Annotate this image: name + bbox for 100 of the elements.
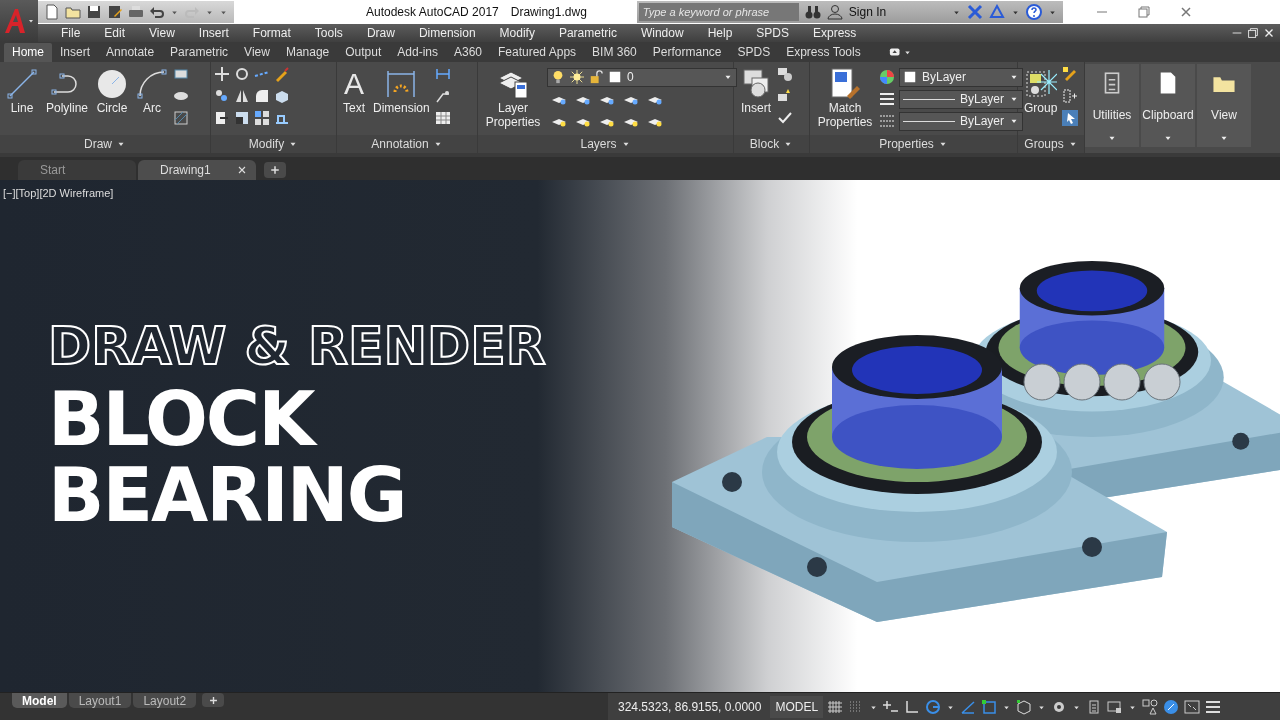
ribbon-tab[interactable]: Parametric bbox=[162, 43, 237, 62]
new-layout-button[interactable] bbox=[202, 693, 225, 707]
ribbon-tab[interactable]: Manage bbox=[277, 43, 338, 62]
ribbon-tab[interactable]: BIM 360 bbox=[584, 43, 645, 62]
ribbon-tool-button[interactable]: Arc bbox=[133, 66, 172, 118]
ribbon-tab[interactable]: Insert bbox=[52, 43, 99, 62]
close-icon[interactable] bbox=[236, 164, 248, 176]
panel-title[interactable]: Properties bbox=[810, 135, 1017, 153]
save-icon[interactable] bbox=[86, 4, 102, 20]
fullscreen-icon[interactable] bbox=[1184, 699, 1201, 715]
ortho-icon[interactable] bbox=[904, 699, 921, 715]
mirror-icon[interactable] bbox=[234, 88, 250, 104]
menu-icon[interactable] bbox=[1205, 699, 1222, 715]
ribbon-tool-button[interactable]: Insert bbox=[737, 66, 775, 118]
ribbon-tab[interactable]: Express Tools bbox=[778, 43, 869, 62]
ribbon-tool-button[interactable]: Group bbox=[1021, 66, 1061, 118]
panel-title[interactable]: Draw bbox=[0, 135, 210, 153]
folder-icon[interactable] bbox=[65, 4, 81, 20]
layout-tab[interactable]: Model bbox=[12, 693, 67, 708]
search-field[interactable]: Type a keyword or phrase bbox=[638, 3, 799, 21]
panel-title[interactable]: Layers bbox=[478, 135, 733, 153]
panel-title[interactable]: Groups bbox=[1018, 135, 1084, 153]
ribbon-tab[interactable]: Featured Apps bbox=[490, 43, 585, 62]
menu-item[interactable]: Tools bbox=[302, 26, 355, 40]
table-icon[interactable] bbox=[434, 110, 451, 126]
ribbon-tool-button[interactable]: Circle bbox=[93, 66, 132, 118]
move-icon[interactable] bbox=[214, 66, 230, 82]
panel-title[interactable]: Modify bbox=[211, 135, 336, 153]
collapsed-panel-button[interactable]: View bbox=[1197, 64, 1251, 147]
linear-dimension-icon[interactable] bbox=[434, 66, 451, 82]
layout-tab[interactable]: Layout2 bbox=[133, 693, 197, 708]
layer-dropdown[interactable]: 0 bbox=[547, 67, 737, 87]
restore-icon[interactable] bbox=[1136, 4, 1153, 20]
rotate-icon[interactable] bbox=[234, 66, 250, 82]
menu-item[interactable]: Format bbox=[240, 26, 303, 40]
panel-title[interactable]: Annotation bbox=[337, 135, 477, 153]
triangle-icon[interactable] bbox=[989, 4, 1006, 20]
menu-item[interactable]: Draw bbox=[354, 26, 407, 40]
property-dropdown[interactable]: ByLayer bbox=[899, 67, 1023, 87]
menu-item[interactable]: Window bbox=[628, 26, 696, 40]
ribbon-tool-button[interactable]: Polyline bbox=[43, 66, 92, 118]
viewport-label[interactable]: [−][Top][2D Wireframe] bbox=[3, 187, 114, 199]
collapsed-panel-button[interactable]: Clipboard bbox=[1141, 64, 1195, 147]
polar-icon[interactable] bbox=[925, 699, 942, 715]
menu-item[interactable]: Edit bbox=[92, 26, 138, 40]
ribbon-tool-button[interactable]: Line bbox=[3, 66, 41, 118]
caret-icon[interactable] bbox=[26, 17, 35, 25]
menu-item[interactable]: Help bbox=[695, 26, 745, 40]
document-tab[interactable]: Start bbox=[18, 160, 136, 180]
grid-icon[interactable] bbox=[827, 699, 844, 715]
save-as-icon[interactable] bbox=[107, 4, 123, 20]
property-dropdown[interactable]: ByLayer bbox=[899, 89, 1023, 109]
x-logo-icon[interactable] bbox=[967, 4, 984, 20]
osnap-icon[interactable] bbox=[981, 699, 998, 715]
rectangle-icon[interactable] bbox=[173, 66, 190, 82]
layout-tab[interactable]: Layout1 bbox=[68, 693, 132, 708]
panel-title[interactable]: Block bbox=[734, 135, 809, 153]
menu-item[interactable]: Express bbox=[801, 26, 869, 40]
restore-icon[interactable] bbox=[1246, 26, 1260, 40]
attribute-icon[interactable] bbox=[777, 88, 793, 104]
menu-item[interactable]: File bbox=[49, 26, 93, 40]
menu-item[interactable]: Dimension bbox=[406, 26, 488, 40]
hatch-icon[interactable] bbox=[173, 110, 190, 126]
checkmark-icon[interactable] bbox=[777, 110, 793, 126]
ribbon-tab[interactable]: Performance bbox=[644, 43, 730, 62]
file-icon[interactable] bbox=[44, 4, 60, 20]
document-tab[interactable]: Drawing1 bbox=[138, 160, 256, 180]
plus-minus-icon[interactable] bbox=[883, 699, 900, 715]
ribbon-tab[interactable]: Annotate bbox=[98, 43, 163, 62]
model-space-button[interactable]: MODEL bbox=[770, 696, 824, 718]
ribbon-tab[interactable]: View bbox=[236, 43, 278, 62]
collapsed-panel-button[interactable]: Utilities bbox=[1085, 64, 1139, 147]
stretch-icon[interactable] bbox=[214, 110, 230, 126]
pencil-icon[interactable] bbox=[1062, 66, 1079, 82]
window-lock-icon[interactable] bbox=[1107, 699, 1124, 715]
select-group-icon[interactable] bbox=[1062, 110, 1079, 126]
leader-icon[interactable] bbox=[434, 88, 451, 104]
copy-icon[interactable] bbox=[214, 88, 230, 104]
ungroup-icon[interactable] bbox=[1062, 88, 1079, 104]
new-tab-button[interactable] bbox=[264, 162, 286, 178]
ribbon-tab[interactable]: A360 bbox=[446, 43, 490, 62]
ribbon-tab[interactable]: Add-ins bbox=[389, 43, 446, 62]
array-icon[interactable] bbox=[254, 110, 270, 126]
shapes-icon[interactable] bbox=[1142, 699, 1159, 715]
ribbon-tool-button[interactable]: Match Properties bbox=[813, 66, 877, 132]
help-icon[interactable] bbox=[1026, 4, 1043, 20]
menu-item[interactable]: Parametric bbox=[546, 26, 629, 40]
sign-in-button[interactable]: Sign In bbox=[848, 5, 887, 19]
fillet-icon[interactable] bbox=[254, 88, 270, 104]
menu-item[interactable]: Insert bbox=[186, 26, 241, 40]
menu-item[interactable]: SPDS bbox=[744, 26, 801, 40]
user-icon[interactable] bbox=[826, 4, 843, 20]
ribbon-tool-button[interactable]: A Text bbox=[340, 66, 368, 118]
property-dropdown[interactable]: ByLayer bbox=[899, 111, 1023, 131]
print-icon[interactable] bbox=[128, 4, 144, 20]
block-edit-icon[interactable] bbox=[777, 66, 793, 82]
ribbon-tab[interactable]: SPDS bbox=[729, 43, 779, 62]
angle-icon[interactable] bbox=[960, 699, 977, 715]
scale-icon[interactable] bbox=[234, 110, 250, 126]
ribbon-tool-button[interactable]: Dimension bbox=[370, 66, 433, 118]
